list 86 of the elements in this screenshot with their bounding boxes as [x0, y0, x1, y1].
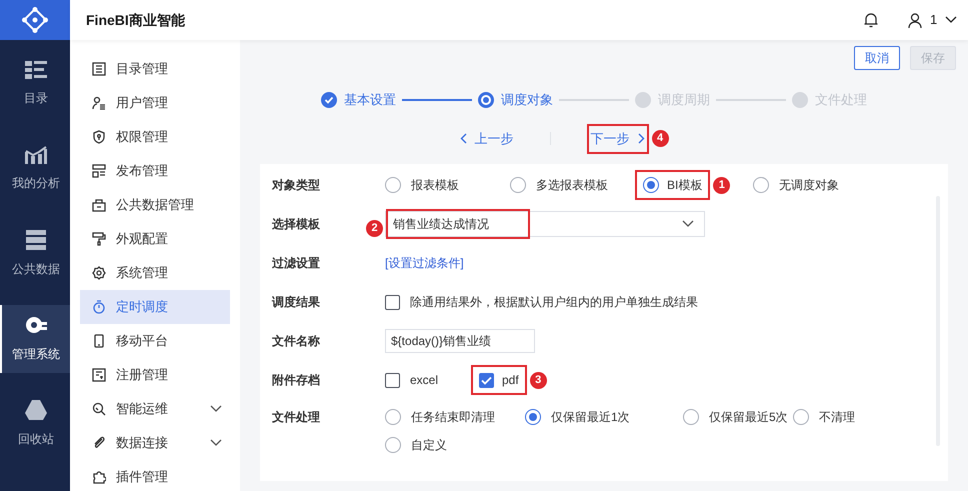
paint-roller-icon: [92, 232, 106, 246]
app-title: FineBI商业智能: [86, 10, 186, 30]
field-label: 附件存档: [272, 372, 320, 389]
option-label: BI模板: [667, 177, 702, 194]
file-name-field[interactable]: ${today()}销售业绩: [385, 329, 535, 353]
option-label: 任务结束即清理: [411, 408, 495, 426]
radio-button[interactable]: [683, 408, 699, 424]
rail-item[interactable]: 管理系统: [0, 305, 70, 373]
radio-button[interactable]: [793, 408, 809, 424]
option-label: pdf: [502, 372, 519, 389]
step-label: 基本设置: [344, 91, 396, 109]
user-icon: [92, 96, 106, 110]
filter-link[interactable]: [设置过滤条件]: [385, 254, 464, 272]
callout-badge: 3: [530, 372, 547, 388]
option-label: 多选报表模板: [536, 177, 608, 194]
option-label: 仅保留最近5次: [709, 408, 788, 426]
field-label: 调度结果: [272, 294, 320, 311]
paperclip-icon: [92, 436, 106, 450]
sidebar-item[interactable]: 权限管理: [80, 120, 230, 154]
sidebar-item[interactable]: 系统管理: [80, 256, 230, 290]
rail-item[interactable]: 公共数据: [0, 220, 70, 288]
rail-item[interactable]: 我的分析: [0, 135, 70, 203]
option-label: 除通用结果外，根据默认用户组内的用户单独生成结果: [410, 294, 698, 311]
list-icon: [92, 62, 106, 76]
sidebar-item[interactable]: 外观配置: [80, 222, 230, 256]
field-label: 过滤设置: [272, 255, 320, 272]
sidebar-item[interactable]: 公共数据管理: [80, 188, 230, 222]
mobile-icon: [92, 334, 106, 348]
sidebar-item[interactable]: 用户管理: [80, 86, 230, 120]
field-label: 选择模板: [272, 216, 320, 233]
rail-item[interactable]: 回收站: [0, 390, 70, 458]
register-icon: [92, 368, 106, 382]
sidebar-item[interactable]: 数据连接: [80, 426, 230, 460]
chevron-right-icon: [638, 133, 644, 144]
layout-icon: [92, 164, 106, 178]
radio-button[interactable]: [385, 408, 401, 424]
chevron-down-icon: [945, 16, 958, 24]
chevron-left-icon: [460, 133, 466, 144]
rail-item[interactable]: 目录: [0, 50, 70, 118]
field-label: 对象类型: [272, 177, 320, 194]
option-label: excel: [410, 372, 438, 389]
highlight-frame: 销售业绩达成情况: [386, 209, 530, 239]
list-icon: [25, 61, 47, 79]
radio-button[interactable]: [643, 177, 659, 193]
callout-badge: 1: [713, 176, 730, 194]
briefcase-icon: [92, 198, 106, 212]
step-label: 调度对象: [501, 91, 553, 109]
field-label: 文件名称: [272, 333, 320, 350]
sidebar-item[interactable]: 注册管理: [80, 358, 230, 392]
template-select[interactable]: 销售业绩达成情况: [385, 211, 705, 237]
option-label: 不清理: [819, 408, 855, 426]
callout-badge: 4: [652, 130, 668, 147]
cancel-button[interactable]: 取消: [854, 46, 900, 70]
radio-button[interactable]: [385, 436, 401, 452]
sidebar-item[interactable]: 定时调度: [80, 290, 230, 324]
checkbox[interactable]: [385, 372, 400, 388]
database-icon: [26, 230, 46, 250]
puzzle-icon: [92, 470, 106, 484]
sidebar-item[interactable]: 发布管理: [80, 154, 230, 188]
radio-button[interactable]: [525, 408, 541, 424]
sidebar-item[interactable]: 目录管理: [80, 52, 230, 86]
option-label: 报表模板: [411, 177, 459, 194]
shield-icon: [92, 130, 106, 144]
radio-button[interactable]: [510, 177, 526, 193]
previous-step-button[interactable]: 上一步: [460, 128, 514, 148]
option-label: 仅保留最近1次: [551, 408, 630, 426]
radio-button[interactable]: [753, 177, 769, 193]
user-icon: [908, 12, 922, 28]
callout-badge: 2: [366, 220, 383, 237]
radio-button[interactable]: [385, 177, 401, 193]
chart-icon: [25, 146, 47, 164]
next-step-button[interactable]: 下一步: [586, 124, 648, 154]
sidebar-item[interactable]: 移动平台: [80, 324, 230, 358]
checkbox[interactable]: [479, 372, 494, 388]
sidebar-item[interactable]: 智能运维: [80, 392, 230, 426]
checkbox[interactable]: [385, 294, 400, 310]
chevron-down-icon[interactable]: [210, 439, 222, 447]
bell-icon[interactable]: [864, 12, 878, 28]
option-label: 自定义: [411, 436, 447, 454]
chevron-down-icon: [682, 220, 694, 228]
sidebar-item[interactable]: 插件管理: [80, 460, 230, 491]
field-label: 文件处理: [272, 408, 320, 426]
user-menu[interactable]: 1: [908, 10, 958, 30]
stopwatch-icon: [92, 300, 106, 314]
option-label: 无调度对象: [779, 177, 839, 194]
chevron-down-icon[interactable]: [210, 405, 222, 413]
